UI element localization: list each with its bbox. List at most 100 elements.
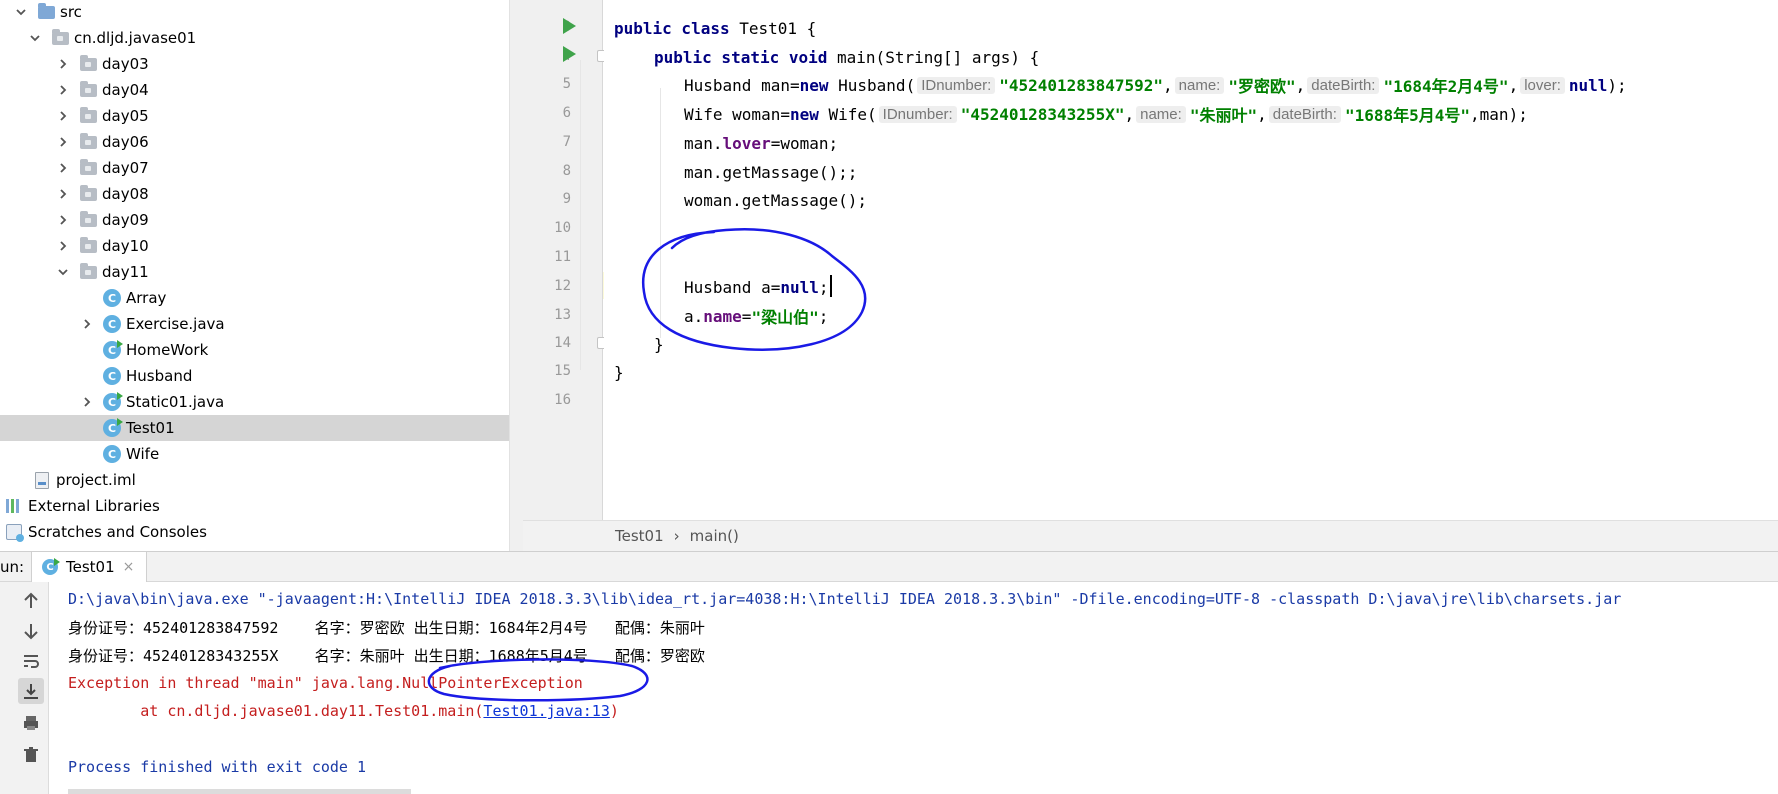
tree-item-day09[interactable]: day09 <box>0 207 524 233</box>
code-text: woman.getMassage(); <box>684 190 868 210</box>
tree-item-label: day06 <box>102 133 149 151</box>
param-hint: dateBirth: <box>1307 76 1380 94</box>
class-icon: C <box>102 314 122 334</box>
tree-item-wife[interactable]: C Wife <box>0 441 524 467</box>
console-exit-line: Process finished with exit code 1 <box>68 758 367 776</box>
console-horizontal-scrollbar[interactable] <box>68 789 411 794</box>
param-hint: name: <box>1136 105 1186 123</box>
code-text: Test01 { <box>729 18 817 38</box>
code-line-14[interactable]: } <box>654 330 664 358</box>
print-icon[interactable] <box>18 710 44 736</box>
project-tree[interactable]: src cn.dljd.javase01 day03 day04 day05 day06 d… <box>0 0 524 551</box>
tree-item-cn-dljd-javase01[interactable]: cn.dljd.javase01 <box>0 25 524 51</box>
chevron-right-icon[interactable] <box>56 187 70 201</box>
code-text: , <box>1508 75 1519 95</box>
chevron-right-icon[interactable] <box>56 239 70 253</box>
run-label: un: <box>0 558 25 576</box>
scroll-to-end-icon[interactable] <box>18 678 44 704</box>
tree-item-src[interactable]: src <box>0 0 524 25</box>
console-output[interactable]: D:\java\bin\java.exe "-javaagent:H:\Inte… <box>50 582 1778 794</box>
code-line-13[interactable]: a. name = "梁山伯"; <box>684 302 828 330</box>
code-line-9[interactable]: woman.getMassage(); <box>684 186 867 214</box>
tree-item-day03[interactable]: day03 <box>0 51 524 77</box>
field-name: lover <box>722 133 771 153</box>
code-line-3[interactable]: public class Test01 { <box>614 14 816 42</box>
tree-item-day11[interactable]: day11 <box>0 259 524 285</box>
chevron-down-icon[interactable] <box>28 31 42 45</box>
tree-item-array[interactable]: C Array <box>0 285 524 311</box>
string-literal: "朱丽叶" <box>1189 106 1258 125</box>
tree-item-day04[interactable]: day04 <box>0 77 524 103</box>
keyword: new <box>799 75 829 95</box>
keyword: null <box>1568 75 1608 95</box>
code-line-7[interactable]: man. lover =woman; <box>684 129 838 157</box>
chevron-down-icon[interactable] <box>56 265 70 279</box>
chevron-right-icon[interactable] <box>56 83 70 97</box>
code-text: ,man); <box>1470 104 1528 124</box>
run-tab-test01[interactable]: C Test01 × <box>31 552 148 582</box>
line-number: 5 <box>562 76 571 92</box>
run-main-gutter-icon[interactable] <box>563 46 576 62</box>
tree-item-label: day11 <box>102 263 149 281</box>
code-line-12[interactable]: Husband a= null; <box>684 273 829 301</box>
code-line-4[interactable]: public static void main(String[] args) { <box>654 43 1039 71</box>
tree-item-exercise-java[interactable]: C Exercise.java <box>0 311 524 337</box>
console-command-line: D:\java\bin\java.exe "-javaagent:H:\Inte… <box>68 590 1622 608</box>
chevron-right-icon[interactable] <box>56 109 70 123</box>
breadcrumb-method[interactable]: main() <box>690 527 739 545</box>
tree-splitter[interactable] <box>509 0 523 551</box>
line-number: 13 <box>554 307 571 323</box>
tree-item-external-libraries[interactable]: External Libraries <box>0 493 524 519</box>
tree-item-test01[interactable]: C Test01 <box>0 415 524 441</box>
tree-item-day07[interactable]: day07 <box>0 155 524 181</box>
code-line-6[interactable]: Wife woman= new Wife(IDnumber: "4524012834… <box>684 100 1528 128</box>
tree-item-label: day08 <box>102 185 149 203</box>
breadcrumb-separator: › <box>673 527 680 545</box>
code-text: , <box>1124 104 1135 124</box>
package-icon <box>78 54 98 74</box>
code-line-8[interactable]: man.getMassage();; <box>684 158 857 186</box>
tree-item-day10[interactable]: day10 <box>0 233 524 259</box>
code-text: , <box>1163 75 1173 95</box>
trash-icon[interactable] <box>18 742 44 768</box>
down-arrow-icon[interactable] <box>18 618 44 644</box>
code-text: Husband( <box>828 75 916 95</box>
chevron-down-icon[interactable] <box>14 5 28 19</box>
source-link[interactable]: Test01.java:13 <box>483 702 609 720</box>
tree-item-day08[interactable]: day08 <box>0 181 524 207</box>
tree-item-project-iml[interactable]: project.iml <box>0 467 524 493</box>
chevron-right-icon[interactable] <box>56 135 70 149</box>
soft-wrap-icon[interactable] <box>18 648 44 674</box>
tree-item-label: day03 <box>102 55 149 73</box>
tree-item-label: Array <box>126 289 167 307</box>
tree-item-homework[interactable]: C HomeWork <box>0 337 524 363</box>
code-text: ; <box>818 306 829 326</box>
breadcrumb-class[interactable]: Test01 <box>615 527 664 545</box>
tree-item-husband[interactable]: C Husband <box>0 363 524 389</box>
code-line-5[interactable]: Husband man= new Husband(IDnumber: "452401… <box>684 71 1627 99</box>
chevron-right-icon[interactable] <box>56 213 70 227</box>
run-class-gutter-icon[interactable] <box>563 18 576 34</box>
chevron-right-icon[interactable] <box>56 161 70 175</box>
run-tool-window-header: un: C Test01 × <box>0 551 1778 582</box>
chevron-right-icon[interactable] <box>80 317 94 331</box>
up-arrow-icon[interactable] <box>18 588 44 614</box>
package-icon <box>78 158 98 178</box>
tree-item-scratches-and-consoles[interactable]: Scratches and Consoles <box>0 519 524 545</box>
param-hint: IDnumber: <box>878 105 957 123</box>
tree-item-label: Husband <box>126 367 193 385</box>
tree-item-day05[interactable]: day05 <box>0 103 524 129</box>
code-line-15[interactable]: } <box>614 358 624 386</box>
chevron-right-icon[interactable] <box>56 57 70 71</box>
package-icon <box>78 262 98 282</box>
code-text: =woman; <box>770 133 839 153</box>
tree-item-static01-java[interactable]: C Static01.java <box>0 389 524 415</box>
tree-item-day06[interactable]: day06 <box>0 129 524 155</box>
string-literal: "罗密欧" <box>1228 77 1296 96</box>
chevron-right-icon[interactable] <box>80 395 94 409</box>
close-icon[interactable]: × <box>123 559 135 575</box>
run-tab-label: Test01 <box>66 558 115 576</box>
